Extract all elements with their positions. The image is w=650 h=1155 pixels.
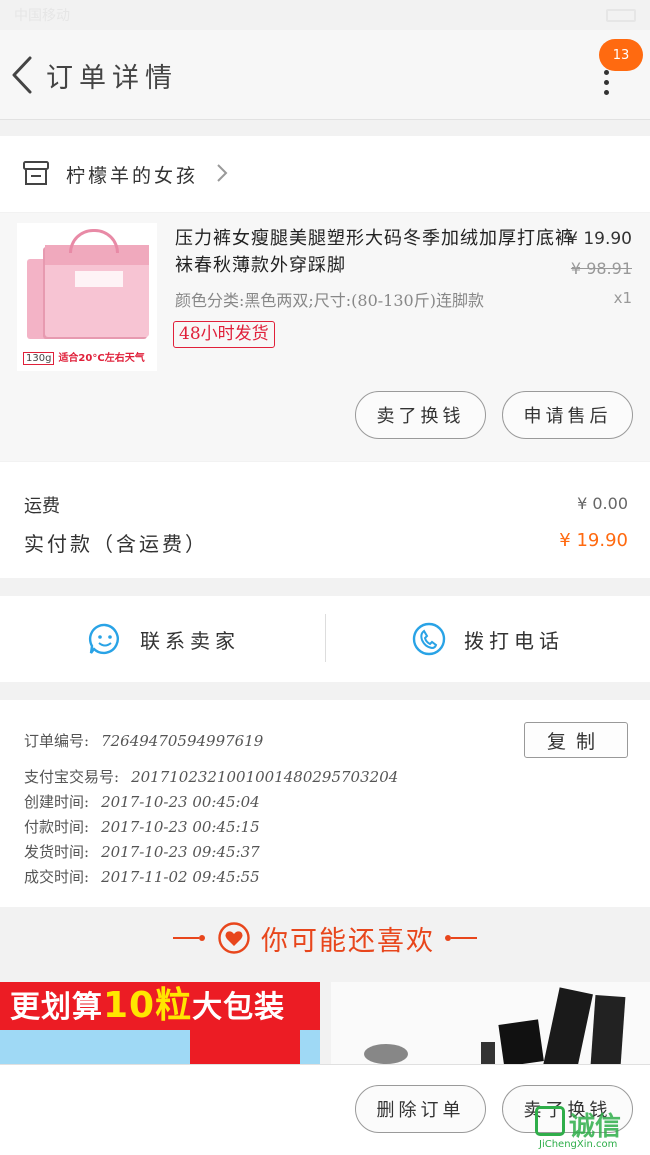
battery-icon: [606, 8, 636, 22]
image-caption-tag: 130g: [23, 352, 55, 365]
watermark-url: JiChengXin.com: [539, 1139, 618, 1150]
product-box-label: [75, 271, 123, 287]
paid-amount-value: ¥ 19.90: [559, 530, 628, 551]
sell-exchange-button[interactable]: 卖了换钱: [355, 391, 486, 439]
carrier-label: 中国移动: [14, 8, 70, 24]
contact-row: 联系卖家 拨打电话: [0, 596, 650, 682]
shipping-fee-value: ¥ 0.00: [577, 494, 628, 513]
recommend-line-right: [451, 937, 477, 939]
alipay-number-value: 2017102321001001480295703204: [131, 768, 399, 786]
shop-row[interactable]: 柠檬羊的女孩: [0, 136, 650, 212]
shipped-time-value: 2017-10-23 09:45:37: [101, 843, 260, 861]
paid-time-label: 付款时间:: [24, 818, 90, 836]
call-phone-label: 拨打电话: [464, 628, 564, 653]
product-card[interactable]: 130g 适合20°C左右天气 压力裤女瘦腿美腿塑形大码冬季加绒加厚打底裤袜春秋薄…: [0, 213, 650, 461]
status-bar: 中国移动: [0, 0, 650, 30]
alipay-number-label: 支付宝交易号:: [24, 768, 120, 786]
created-time-line: 创建时间: 2017-10-23 00:45:04: [24, 791, 260, 812]
contact-seller-button[interactable]: 联系卖家: [88, 596, 240, 682]
product-quantity: x1: [613, 289, 632, 307]
chat-bubble-icon: [88, 623, 119, 655]
shipped-time-line: 发货时间: 2017-10-23 09:45:37: [24, 841, 260, 862]
alipay-number-line: 支付宝交易号: 2017102321001001480295703204: [24, 766, 398, 787]
recommend-dot-left: [199, 935, 205, 941]
after-sales-button[interactable]: 申请售后: [502, 391, 633, 439]
recommend-line-left: [173, 937, 199, 939]
order-number-line: 订单编号: 72649470594997619: [24, 730, 263, 751]
closed-time-line: 成交时间: 2017-11-02 09:45:55: [24, 866, 260, 887]
back-arrow-icon[interactable]: [8, 52, 38, 98]
product-title[interactable]: 压力裤女瘦腿美腿塑形大码冬季加绒加厚打底裤袜春秋薄款外穿踩脚: [175, 225, 575, 279]
paid-time-value: 2017-10-23 00:45:15: [101, 818, 260, 836]
delete-order-button[interactable]: 删除订单: [355, 1085, 486, 1133]
created-time-value: 2017-10-23 00:45:04: [101, 793, 260, 811]
chevron-right-icon: [217, 164, 228, 182]
contact-divider: [325, 614, 326, 662]
watermark: 诚信 JiChengXin.com: [535, 1106, 647, 1152]
product-image[interactable]: 130g 适合20°C左右天气: [17, 223, 157, 371]
product-image-caption: 130g 适合20°C左右天气: [23, 349, 145, 365]
product-box-handle: [69, 229, 119, 253]
recommend-burst: [190, 1030, 300, 1064]
closed-time-label: 成交时间:: [24, 868, 90, 886]
banner-text-b: 10粒: [103, 985, 193, 1026]
contact-seller-label: 联系卖家: [140, 628, 240, 653]
shop-name[interactable]: 柠檬羊的女孩: [66, 161, 198, 188]
watermark-logo-icon: [535, 1106, 565, 1136]
heart-icon: [218, 922, 250, 954]
banner-text-a: 更划算: [10, 990, 103, 1025]
order-number-value: 72649470594997619: [101, 732, 264, 750]
product-price: ¥ 19.90: [567, 229, 632, 249]
product-sku: 颜色分类:黑色两双;尺寸:(80-130斤)连脚款: [175, 291, 484, 310]
header: 订单详情 13: [0, 30, 650, 120]
recommend-item-left[interactable]: 更划算10粒大包装: [0, 982, 320, 1064]
product-original-price: ¥ 98.91: [570, 259, 632, 278]
shop-icon: [23, 161, 49, 185]
product-box-front: [45, 245, 149, 337]
copy-button[interactable]: 复制: [524, 722, 628, 758]
paid-amount-label: 实付款（含运费）: [24, 532, 208, 556]
shipped-time-label: 发货时间:: [24, 843, 90, 861]
more-menu-icon[interactable]: [600, 70, 614, 96]
call-phone-button[interactable]: 拨打电话: [412, 596, 564, 682]
notification-badge[interactable]: 13: [599, 39, 643, 71]
shipping-badge: 48小时发货: [173, 321, 275, 348]
fee-summary: 运费 ¥ 0.00 实付款（含运费） ¥ 19.90: [0, 462, 650, 578]
watermark-brand: 诚信: [569, 1112, 622, 1142]
recommend-header: 你可能还喜欢: [0, 908, 650, 968]
shipping-fee-label: 运费: [24, 496, 60, 517]
mascara-product-image: [364, 987, 626, 1064]
paid-time-line: 付款时间: 2017-10-23 00:45:15: [24, 816, 260, 837]
page-title: 订单详情: [46, 63, 178, 94]
closed-time-value: 2017-11-02 09:45:55: [101, 868, 260, 886]
banner-text-c: 大包装: [192, 990, 286, 1025]
order-number-label: 订单编号:: [24, 732, 90, 750]
created-time-label: 创建时间:: [24, 793, 90, 811]
phone-icon: [412, 622, 446, 656]
image-caption-text: 适合20°C左右天气: [58, 353, 145, 364]
recommend-item-right[interactable]: [331, 982, 650, 1064]
recommend-banner: 更划算10粒大包装: [0, 982, 320, 1030]
order-info: 订单编号: 72649470594997619 复制 支付宝交易号: 2017102…: [0, 700, 650, 907]
recommend-title: 你可能还喜欢: [261, 925, 435, 957]
